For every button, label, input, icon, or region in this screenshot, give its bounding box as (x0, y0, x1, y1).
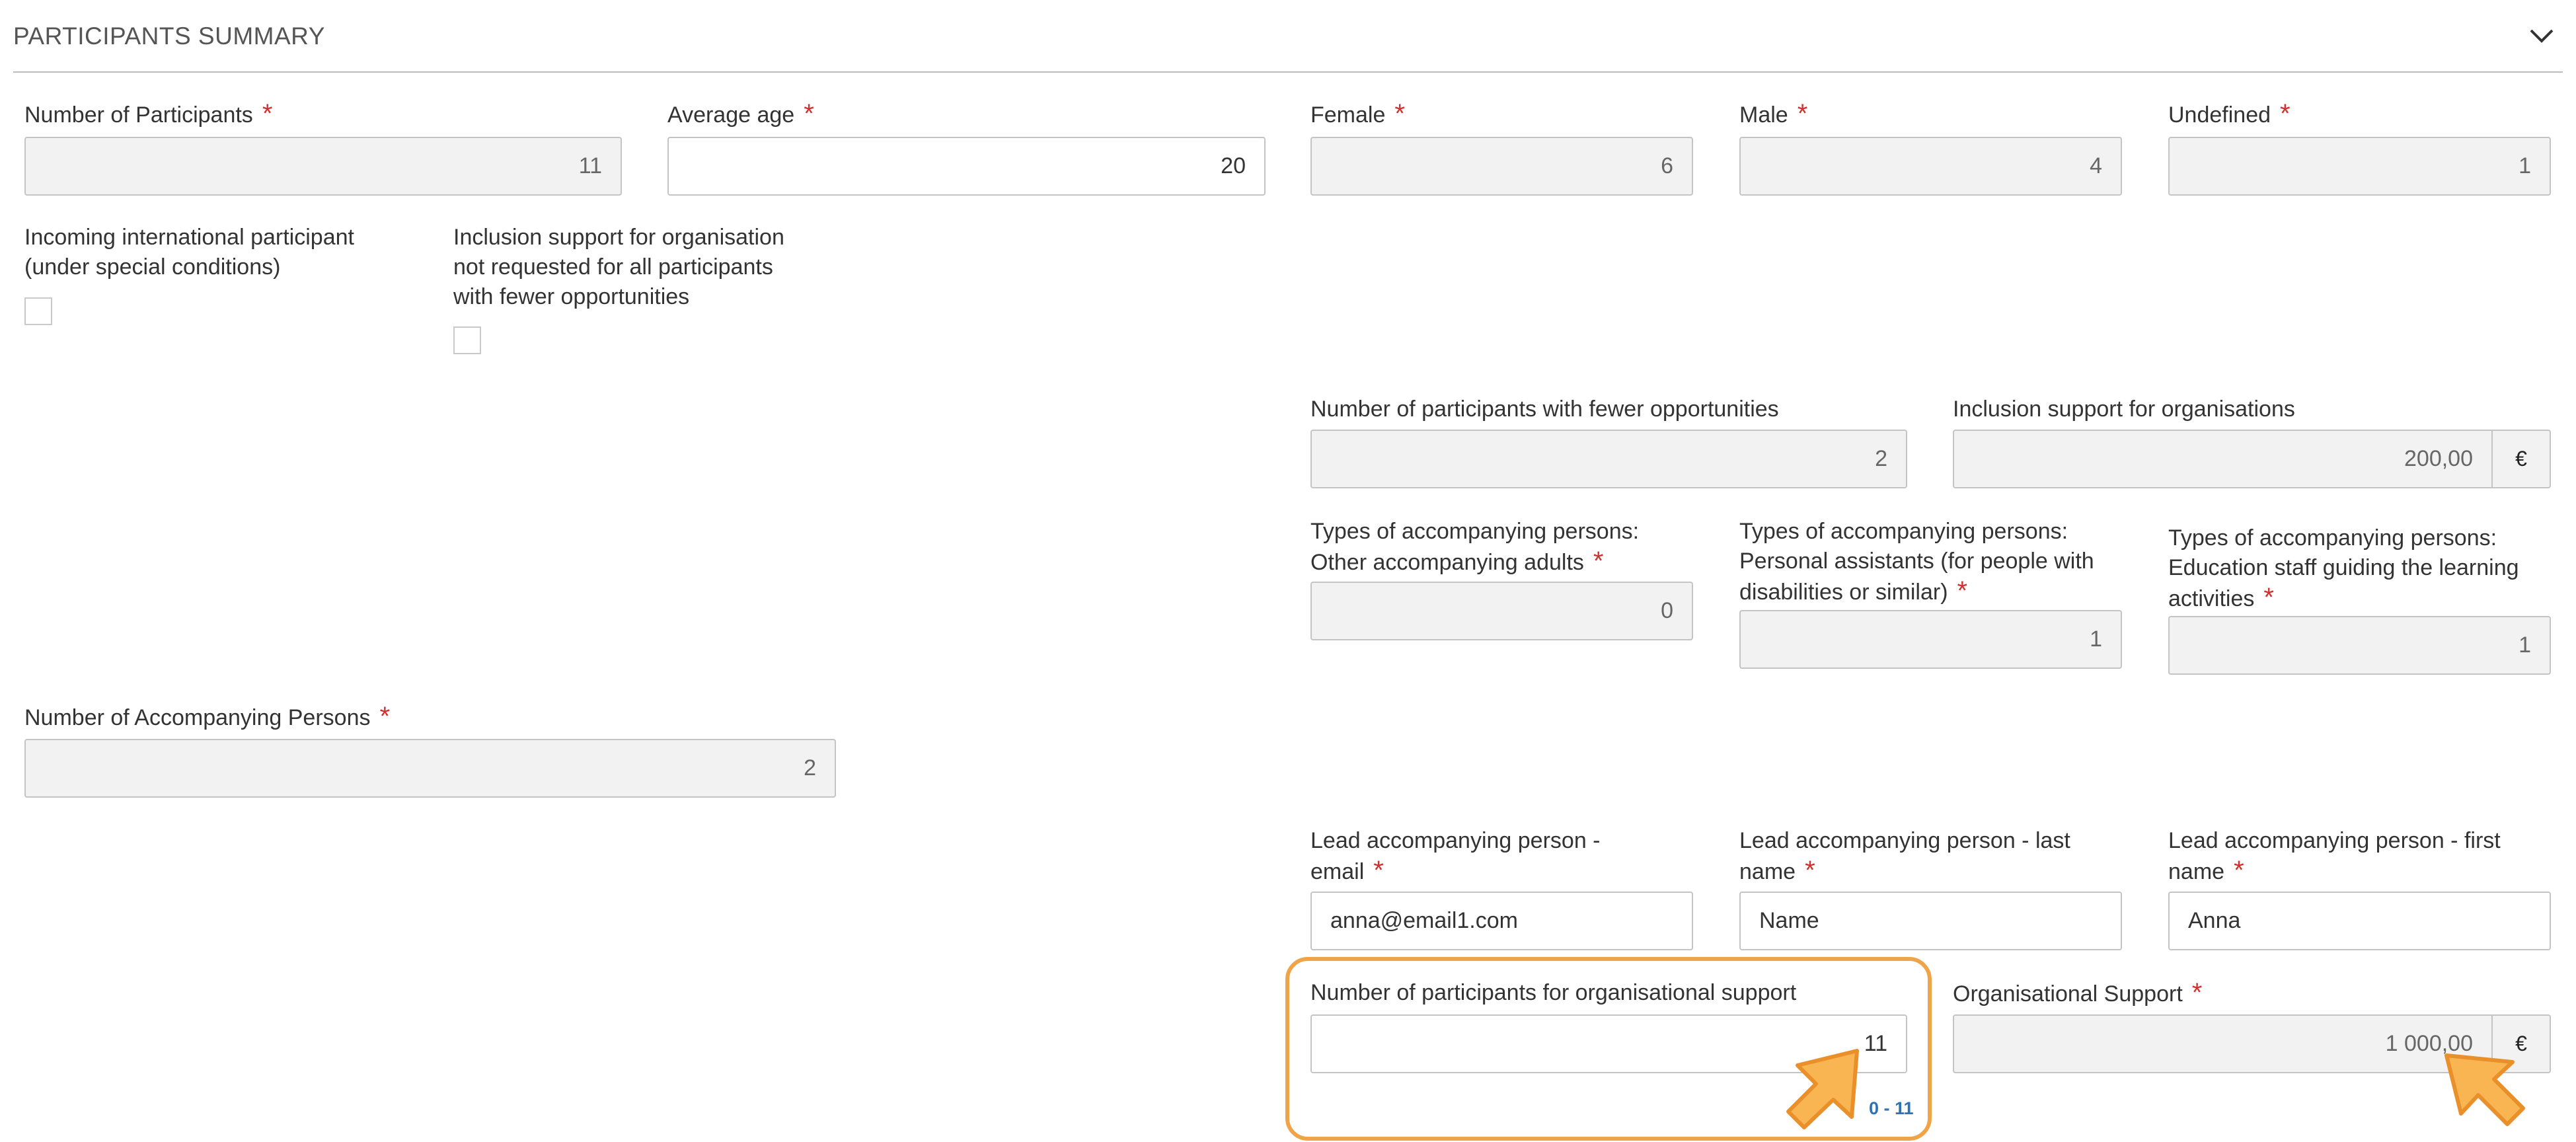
undefined-field: 1 (2168, 137, 2551, 196)
fewer-opportunities-field: 2 (1310, 430, 1907, 488)
average-age-label: Average age * (667, 99, 814, 128)
lead-email-label: Lead accompanying person - email * (1310, 828, 1601, 885)
num-accompanying-field: 2 (24, 739, 836, 798)
chevron-down-icon[interactable] (2522, 20, 2561, 53)
female-field: 6 (1310, 137, 1693, 196)
section-divider (13, 71, 2563, 73)
acc-other-adults-label: Types of accompanying persons: Other acc… (1310, 519, 1640, 576)
inclusion-not-requested-checkbox[interactable] (453, 326, 481, 354)
range-hint: 0 - 11 (1869, 1098, 1914, 1118)
inclusion-support-field: 200,00 (1953, 430, 2493, 488)
acc-education-staff-label: Types of accompanying persons: Education… (2168, 525, 2519, 612)
lead-first-name-input[interactable]: Anna (2168, 892, 2551, 950)
incoming-international-label: Incoming international participant (unde… (24, 225, 354, 280)
average-age-input[interactable]: 20 (667, 137, 1266, 196)
lead-last-name-input[interactable]: Name (1739, 892, 2122, 950)
acc-personal-assistants-field: 1 (1739, 610, 2122, 669)
org-support-field: 1 000,00 (1953, 1014, 2493, 1073)
male-field: 4 (1739, 137, 2122, 196)
arrow-pointer-icon (1786, 1049, 1859, 1129)
inclusion-not-requested-label: Inclusion support for organisation not r… (453, 225, 784, 309)
fewer-opportunities-label: Number of participants with fewer opport… (1310, 397, 1779, 422)
org-support-participants-label: Number of participants for organisationa… (1310, 980, 1797, 1005)
lead-last-name-label: Lead accompanying person - last name * (1739, 828, 2070, 885)
num-participants-label: Number of Participants * (24, 99, 273, 128)
lead-email-input[interactable]: anna@email1.com (1310, 892, 1693, 950)
inclusion-support-label: Inclusion support for organisations (1953, 397, 2295, 422)
acc-personal-assistants-label: Types of accompanying persons: Personal … (1739, 519, 2094, 605)
org-support-label: Organisational Support * (1953, 978, 2203, 1007)
lead-first-name-label: Lead accompanying person - first name * (2168, 828, 2501, 885)
acc-other-adults-field: 0 (1310, 582, 1693, 640)
female-label: Female * (1310, 99, 1405, 128)
male-label: Male * (1739, 99, 1808, 128)
currency-euro-addon: € (2493, 430, 2551, 488)
num-accompanying-label: Number of Accompanying Persons * (24, 702, 391, 731)
incoming-international-checkbox[interactable] (24, 297, 52, 325)
section-title: PARTICIPANTS SUMMARY (13, 22, 325, 50)
undefined-label: Undefined * (2168, 99, 2291, 128)
num-participants-field: 11 (24, 137, 622, 196)
acc-education-staff-field: 1 (2168, 616, 2551, 675)
arrow-pointer-icon (2444, 1053, 2525, 1126)
